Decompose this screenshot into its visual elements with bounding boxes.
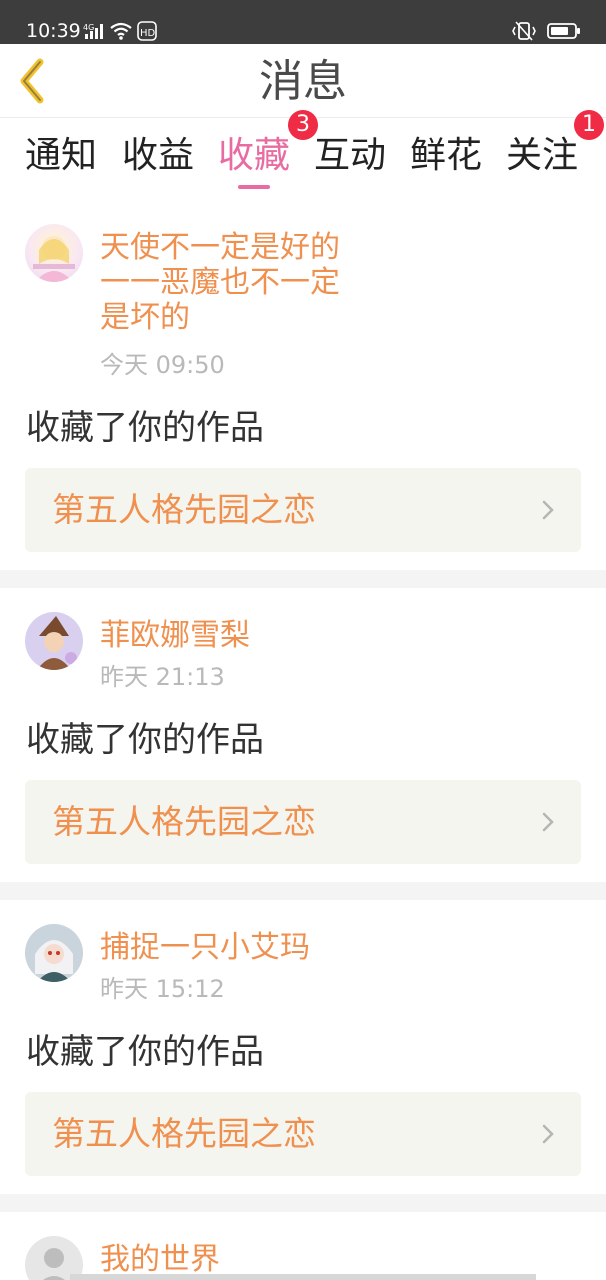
- notification-card: 菲欧娜雪梨 昨天 21:13 收藏了你的作品 第五人格先园之恋: [0, 588, 606, 882]
- nav-bar: 消息: [0, 44, 606, 118]
- notification-card: 天使不一定是好的 一一恶魔也不一定 是坏的 今天 09:50 收藏了你的作品 第…: [0, 196, 606, 570]
- battery-icon: [547, 21, 581, 41]
- notification-card: 我的世界: [0, 1212, 606, 1280]
- username-line: 我的世界: [100, 1242, 220, 1277]
- work-link[interactable]: 第五人格先园之恋: [25, 1092, 581, 1176]
- username-line: 菲欧娜雪梨: [100, 618, 250, 653]
- favorites-badge: 3: [288, 110, 318, 140]
- hd-label: HD: [140, 28, 156, 39]
- tab-earnings[interactable]: 收益: [122, 134, 194, 178]
- user-avatar[interactable]: [25, 612, 83, 670]
- status-bar: 10:39 4G HD: [0, 0, 606, 44]
- status-time: 10:39: [26, 20, 81, 42]
- username[interactable]: 捕捉一只小艾玛: [100, 930, 310, 965]
- username-line: 一一恶魔也不一定: [100, 265, 340, 300]
- username-line: 是坏的: [100, 300, 190, 335]
- work-title: 第五人格先园之恋: [52, 490, 316, 529]
- cellular-signal-icon: 4G: [83, 22, 105, 40]
- user-avatar[interactable]: [25, 924, 83, 982]
- notification-card: 捕捉一只小艾玛 昨天 15:12 收藏了你的作品 第五人格先园之恋: [0, 900, 606, 1194]
- username-line: 捕捉一只小艾玛: [100, 930, 310, 965]
- timestamp: 昨天 15:12: [100, 975, 225, 1003]
- status-right-icons: [511, 19, 581, 43]
- card-divider: [0, 882, 606, 900]
- vibrate-icon: [511, 20, 537, 42]
- page-title: 消息: [259, 56, 347, 107]
- tab-follows[interactable]: 关注: [506, 134, 578, 178]
- tab-favorites[interactable]: 收藏: [218, 134, 290, 178]
- follows-badge: 1: [574, 110, 604, 140]
- username[interactable]: 菲欧娜雪梨: [100, 618, 250, 653]
- tab-notifications[interactable]: 通知: [25, 134, 97, 178]
- username[interactable]: 我的世界: [100, 1242, 220, 1277]
- work-title: 第五人格先园之恋: [52, 802, 316, 841]
- username-line: 天使不一定是好的: [100, 230, 340, 265]
- hd-icon: HD: [137, 21, 157, 41]
- action-text: 收藏了你的作品: [26, 1032, 264, 1072]
- timestamp: 昨天 21:13: [100, 663, 225, 691]
- tab-flowers[interactable]: 鲜花: [410, 134, 482, 178]
- tab-bar: 通知 收益 收藏 互动 鲜花 关注 3 1: [0, 110, 606, 196]
- chevron-right-icon: [542, 812, 554, 832]
- work-link[interactable]: 第五人格先园之恋: [25, 468, 581, 552]
- chevron-right-icon: [542, 1124, 554, 1144]
- work-link[interactable]: 第五人格先园之恋: [25, 780, 581, 864]
- user-avatar[interactable]: [25, 224, 83, 282]
- chevron-right-icon: [542, 500, 554, 520]
- wifi-icon: [109, 21, 133, 41]
- card-divider: [0, 1194, 606, 1212]
- status-left-icons: 4G HD: [83, 20, 157, 42]
- action-text: 收藏了你的作品: [26, 720, 264, 760]
- active-tab-indicator: [238, 185, 270, 189]
- card-divider: [0, 570, 606, 588]
- tab-interactions[interactable]: 互动: [314, 134, 386, 178]
- network-type-label: 4G: [83, 23, 94, 32]
- action-text: 收藏了你的作品: [26, 408, 264, 448]
- bottom-overlay-strip: [70, 1274, 536, 1280]
- username[interactable]: 天使不一定是好的 一一恶魔也不一定 是坏的: [100, 230, 340, 335]
- work-title: 第五人格先园之恋: [52, 1114, 316, 1153]
- timestamp: 今天 09:50: [100, 351, 225, 379]
